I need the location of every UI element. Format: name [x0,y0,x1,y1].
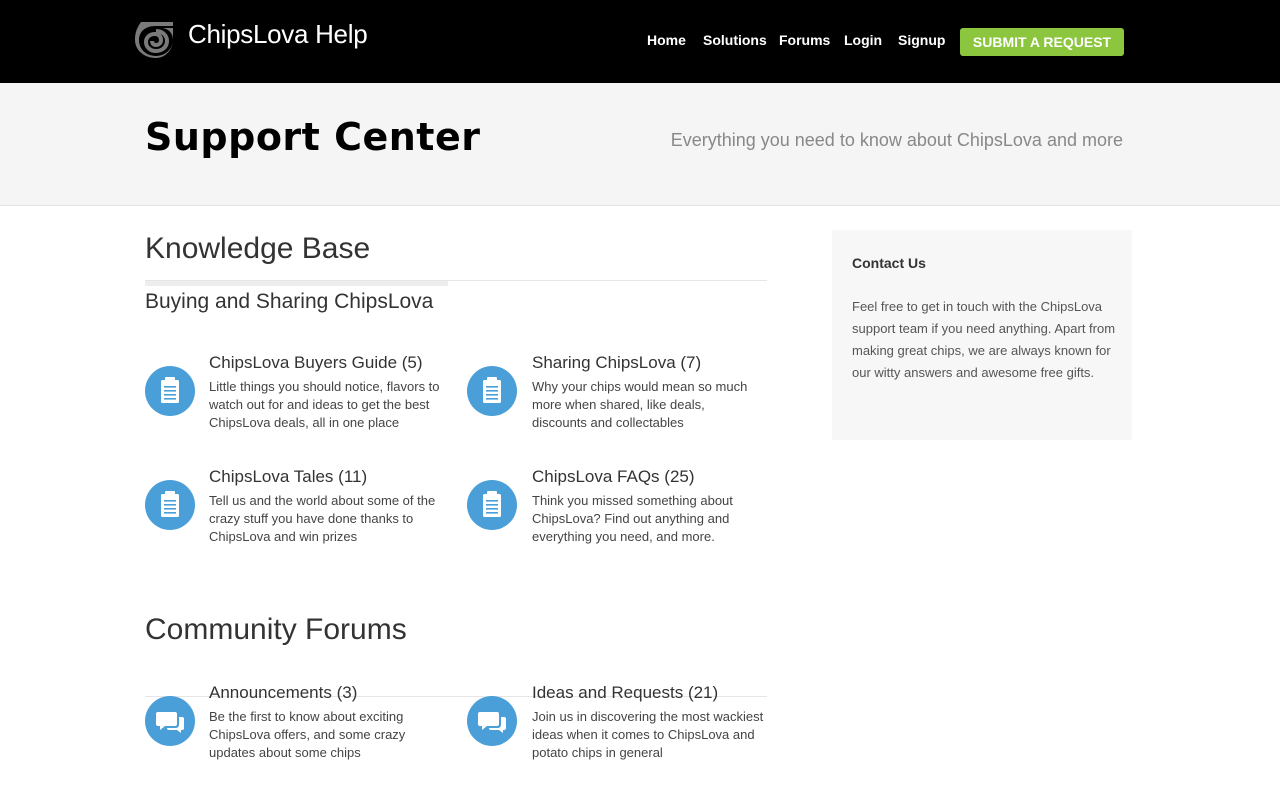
kb-item[interactable]: Sharing ChipsLova (7) Why your chips wou… [467,353,767,443]
top-navigation-bar: ChipsLova Help Home Solutions Forums Log… [0,0,1280,83]
clipboard-icon [145,366,195,416]
page-title: Support Center [145,115,481,159]
kb-item-description: Tell us and the world about some of the … [209,493,436,544]
kb-item-title[interactable]: ChipsLova Buyers Guide (5) [209,353,423,373]
hero-banner: Support Center Everything you need to kn… [0,83,1280,206]
kb-item[interactable]: ChipsLova FAQs (25) Think you missed som… [467,467,767,557]
chipslova-logo-icon[interactable] [133,16,179,58]
clipboard-icon [467,366,517,416]
nav-solutions-link[interactable]: Solutions [703,32,767,48]
forum-item-title[interactable]: Announcements (3) [209,683,357,703]
forum-item-description: Join us in discovering the most wackiest… [532,709,764,760]
nav-signup-link[interactable]: Signup [898,32,945,48]
chat-bubbles-icon [145,696,195,746]
kb-item-description: Why your chips would mean so much more w… [532,379,748,430]
submit-request-button[interactable]: SUBMIT A REQUEST [960,28,1124,56]
contact-us-panel: Contact Us Feel free to get in touch wit… [832,230,1132,440]
knowledge-base-heading[interactable]: Knowledge Base [145,232,370,266]
category-heading[interactable]: Buying and Sharing ChipsLova [145,290,433,314]
nav-forums-link[interactable]: Forums [779,32,830,48]
forum-item-title[interactable]: Ideas and Requests (21) [532,683,718,703]
clipboard-icon [145,480,195,530]
chat-bubbles-icon [467,696,517,746]
contact-us-heading: Contact Us [852,255,926,271]
nav-home-link[interactable]: Home [647,32,686,48]
kb-item-description: Think you missed something about ChipsLo… [532,493,733,544]
kb-item[interactable]: ChipsLova Buyers Guide (5) Little things… [145,353,445,443]
kb-item-title[interactable]: ChipsLova Tales (11) [209,467,367,487]
nav-login-link[interactable]: Login [844,32,882,48]
page-tagline: Everything you need to know about ChipsL… [670,130,1123,150]
kb-item[interactable]: ChipsLova Tales (11) Tell us and the wor… [145,467,445,557]
kb-item-description: Little things you should notice, flavors… [209,379,440,430]
forum-item[interactable]: Ideas and Requests (21) Join us in disco… [467,683,767,773]
forum-item[interactable]: Announcements (3) Be the first to know a… [145,683,445,773]
kb-item-title[interactable]: ChipsLova FAQs (25) [532,467,695,487]
contact-us-text: Feel free to get in touch with the Chips… [852,299,1116,380]
forum-item-description: Be the first to know about exciting Chip… [209,709,406,760]
kb-item-title[interactable]: Sharing ChipsLova (7) [532,353,701,373]
community-forums-heading[interactable]: Community Forums [145,613,407,647]
category-underline [145,281,448,286]
clipboard-icon [467,480,517,530]
brand-name[interactable]: ChipsLova Help [188,19,368,50]
